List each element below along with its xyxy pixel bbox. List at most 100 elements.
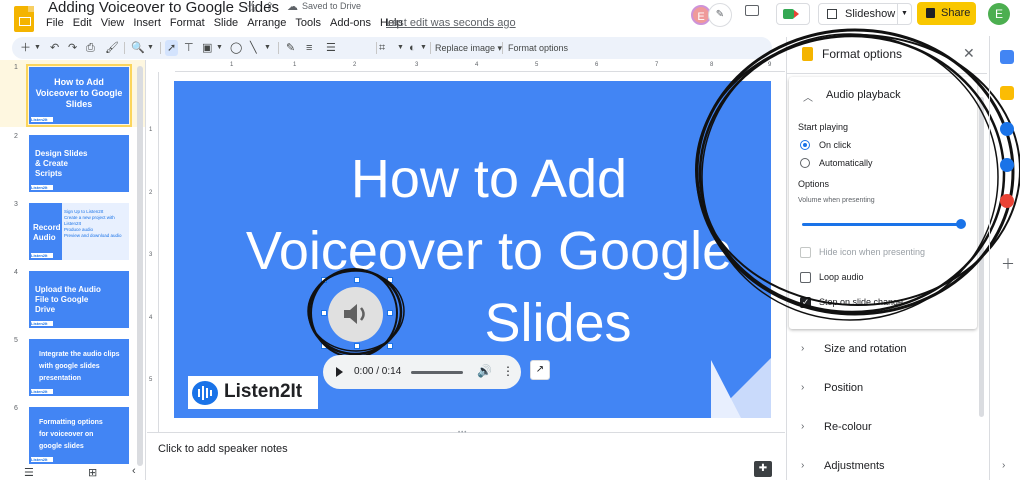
slideshow-dropdown-icon[interactable]: ▼ [897, 4, 911, 24]
automatically-radio[interactable] [800, 158, 810, 168]
print-icon[interactable]: ⎙ [86, 40, 95, 56]
slideshow-button[interactable]: Slideshow ▼ [818, 3, 912, 25]
meet-video-icon[interactable] [776, 3, 810, 25]
size-rotation-header[interactable]: › Size and rotation [787, 343, 977, 359]
slide-thumbnail-6[interactable]: Formatting options for voiceover on goog… [29, 407, 129, 464]
share-button[interactable]: Share [917, 2, 976, 25]
paint-format-icon[interactable]: 🖌 [105, 40, 119, 56]
menu-format[interactable]: Format [170, 17, 205, 29]
format-options-button[interactable]: Format options [508, 40, 568, 56]
image-icon[interactable]: ▣ [202, 40, 212, 56]
chevron-up-icon: ︿ [803, 93, 813, 104]
select-tool-icon[interactable]: ➚ [165, 40, 179, 56]
crop-dropdown-icon[interactable]: ▼ [397, 40, 404, 56]
undo-icon[interactable]: ↶ [50, 40, 59, 56]
grid-view-icon[interactable]: ⊞ [88, 466, 97, 479]
audio-progress-bar[interactable] [411, 371, 463, 374]
maps-icon[interactable] [1000, 194, 1014, 208]
redo-icon[interactable]: ↷ [68, 40, 77, 56]
menu-insert[interactable]: Insert [133, 17, 161, 29]
tasks-icon[interactable] [1000, 122, 1014, 136]
speaker-notes[interactable]: Click to add speaker notes [158, 443, 288, 455]
volume-slider-track[interactable] [802, 223, 960, 226]
panel-title: Format options [822, 47, 903, 61]
play-icon[interactable] [336, 367, 343, 377]
replace-image-button[interactable]: Replace image ▾ [435, 40, 502, 56]
contacts-icon[interactable] [1000, 158, 1014, 172]
cloud-saved-icon[interactable]: ☁ [287, 0, 298, 13]
last-edit-link[interactable]: Last edit was seconds ago [386, 17, 516, 29]
move-folder-icon[interactable]: ⇪ [265, 0, 274, 13]
volume-icon[interactable]: 🔊 [477, 364, 492, 378]
slide-thumbnail-3[interactable]: Record Audio Sign Up to Listen2It Create… [29, 203, 129, 260]
star-icon[interactable]: ☆ [246, 0, 259, 16]
image-dropdown-icon[interactable]: ▼ [216, 40, 223, 56]
menu-view[interactable]: View [101, 17, 125, 29]
listen2it-logo[interactable]: Listen2It [188, 376, 318, 409]
comment-history-icon[interactable] [745, 5, 759, 16]
pen-color-icon[interactable]: ✎ [286, 40, 295, 56]
vertical-ruler: 1 2 3 4 5 [147, 72, 159, 432]
list-view-icon[interactable]: ☰ [24, 466, 34, 479]
stop-on-slide-change-checkbox[interactable]: ✓ [800, 297, 811, 308]
thumb-title: How to Add Voiceover to Google Slides [35, 77, 123, 109]
menu-addons[interactable]: Add-ons [330, 17, 371, 29]
menu-edit[interactable]: Edit [73, 17, 92, 29]
filmstrip: 1 How to Add Voiceover to Google Slides … [0, 60, 146, 480]
slide-thumbnail-2[interactable]: Design Slides & Create Scripts Listen2It [29, 135, 129, 192]
show-side-panel-icon[interactable]: › [1002, 460, 1005, 471]
horizontal-ruler: 1 1 2 3 4 5 6 7 8 9 [175, 60, 785, 72]
open-in-new-icon[interactable]: ↗ [530, 360, 550, 380]
collapse-filmstrip-icon[interactable]: ‹ [132, 465, 136, 477]
slide-title[interactable]: How to Add Voiceover to Google Slides [174, 143, 771, 359]
more-options-icon[interactable]: ⋮ [502, 364, 514, 378]
thumb-logo: Listen2It [31, 185, 53, 190]
position-header[interactable]: › Position [787, 382, 977, 398]
menu-slide[interactable]: Slide [214, 17, 238, 29]
new-slide-icon[interactable]: ＋ [20, 40, 31, 56]
zoom-icon[interactable]: 🔍 [131, 40, 145, 56]
close-icon[interactable]: ✕ [963, 45, 975, 62]
slide-number: 3 [14, 201, 18, 208]
get-addons-icon[interactable]: ＋ [1001, 254, 1015, 274]
volume-slider-thumb[interactable] [956, 219, 966, 229]
panel-scrollbar[interactable] [979, 97, 984, 417]
line-dropdown-icon[interactable]: ▼ [264, 40, 271, 56]
stop-on-slide-change-label: Stop on slide change [819, 297, 904, 307]
keep-icon[interactable] [1000, 86, 1014, 100]
slides-logo-icon[interactable] [14, 6, 34, 32]
document-title[interactable]: Adding Voiceover to Google Slides [48, 0, 279, 16]
slide-thumbnail-5[interactable]: Integrate the audio clips with google sl… [29, 339, 129, 396]
text-box-icon[interactable]: ⊤ [184, 40, 194, 56]
adjustments-header[interactable]: › Adjustments [787, 460, 977, 476]
mask-icon[interactable]: ◐ [409, 40, 416, 56]
line-weight-icon[interactable]: ≡ [306, 40, 312, 56]
on-click-radio[interactable] [800, 140, 810, 150]
present-mode-icon[interactable]: ✎ [708, 3, 732, 27]
drag-handle-icon[interactable]: ••• [458, 430, 467, 436]
audio-playback-header[interactable]: ︿ Audio playback [789, 89, 977, 105]
crop-icon[interactable]: ⌗ [379, 40, 385, 56]
new-slide-dropdown-icon[interactable]: ▼ [34, 40, 41, 56]
menu-arrange[interactable]: Arrange [247, 17, 286, 29]
thumb-logo: Listen2It [31, 457, 53, 462]
shape-icon[interactable]: ◯ [230, 40, 242, 56]
slide-number: 4 [14, 269, 18, 276]
filmstrip-scrollbar[interactable] [137, 66, 143, 466]
menu-tools[interactable]: Tools [295, 17, 321, 29]
menu-file[interactable]: File [46, 17, 64, 29]
line-icon[interactable]: ╲ [250, 40, 257, 56]
mask-dropdown-icon[interactable]: ▼ [420, 40, 427, 56]
calendar-icon[interactable] [1000, 50, 1014, 64]
loop-audio-checkbox[interactable] [800, 272, 811, 283]
slide-thumbnail-1[interactable]: How to Add Voiceover to Google Slides Li… [26, 64, 132, 127]
user-avatar[interactable]: E [988, 3, 1010, 25]
hide-icon-checkbox[interactable] [800, 247, 811, 258]
format-options-panel: Format options ✕ ︿ Audio playback Start … [786, 37, 987, 480]
zoom-dropdown-icon[interactable]: ▼ [147, 40, 154, 56]
slide-thumbnail-4[interactable]: Upload the Audio File to Google Drive Li… [29, 271, 129, 328]
explore-icon[interactable]: ✚ [754, 461, 772, 477]
slide-number: 6 [14, 405, 18, 412]
recolour-header[interactable]: › Re-colour [787, 421, 977, 437]
line-dash-icon[interactable]: ☰ [326, 40, 336, 56]
